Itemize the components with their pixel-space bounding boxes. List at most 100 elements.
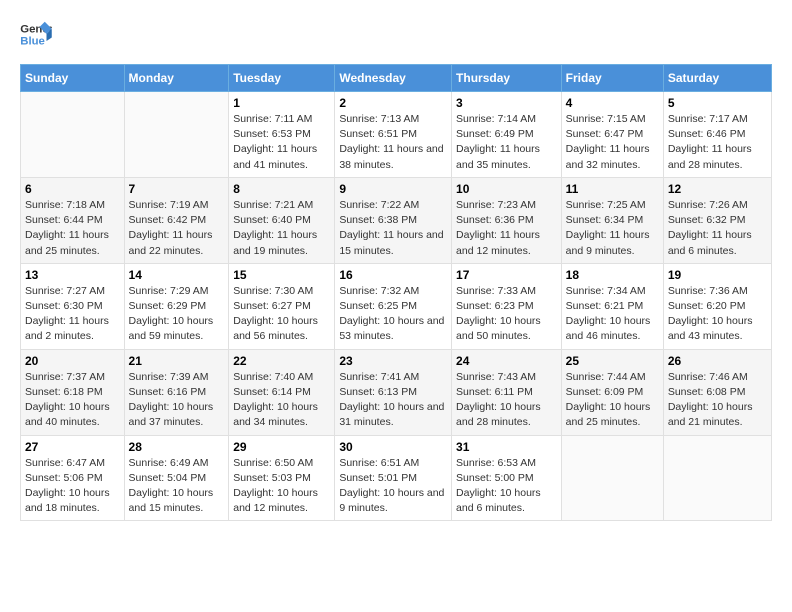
day-cell — [561, 435, 663, 521]
day-info: Sunrise: 7:41 AM Sunset: 6:13 PM Dayligh… — [339, 370, 447, 431]
day-number: 7 — [129, 182, 225, 196]
day-info: Sunrise: 7:21 AM Sunset: 6:40 PM Dayligh… — [233, 198, 330, 259]
header-day-friday: Friday — [561, 65, 663, 92]
header-day-monday: Monday — [124, 65, 229, 92]
day-cell: 10Sunrise: 7:23 AM Sunset: 6:36 PM Dayli… — [452, 177, 562, 263]
day-info: Sunrise: 7:46 AM Sunset: 6:08 PM Dayligh… — [668, 370, 767, 431]
day-info: Sunrise: 7:39 AM Sunset: 6:16 PM Dayligh… — [129, 370, 225, 431]
day-info: Sunrise: 7:32 AM Sunset: 6:25 PM Dayligh… — [339, 284, 447, 345]
day-info: Sunrise: 6:50 AM Sunset: 5:03 PM Dayligh… — [233, 456, 330, 517]
day-info: Sunrise: 7:22 AM Sunset: 6:38 PM Dayligh… — [339, 198, 447, 259]
day-number: 23 — [339, 354, 447, 368]
week-row-2: 6Sunrise: 7:18 AM Sunset: 6:44 PM Daylig… — [21, 177, 772, 263]
day-info: Sunrise: 7:19 AM Sunset: 6:42 PM Dayligh… — [129, 198, 225, 259]
day-info: Sunrise: 7:27 AM Sunset: 6:30 PM Dayligh… — [25, 284, 120, 345]
day-number: 31 — [456, 440, 557, 454]
svg-text:Blue: Blue — [20, 36, 45, 48]
day-cell: 16 Sunrise: 7:32 AM Sunset: 6:25 PM Dayli… — [335, 263, 452, 349]
day-cell: 28 Sunrise: 6:49 AM Sunset: 5:04 PM Dayli… — [124, 435, 229, 521]
day-info: Sunrise: 6:51 AM Sunset: 5:01 PM Dayligh… — [339, 456, 447, 517]
day-info: Sunrise: 7:14 AM Sunset: 6:49 PM Dayligh… — [456, 112, 557, 173]
header-day-tuesday: Tuesday — [229, 65, 335, 92]
day-number: 8 — [233, 182, 330, 196]
day-info: Sunrise: 7:18 AM Sunset: 6:44 PM Dayligh… — [25, 198, 120, 259]
day-number: 21 — [129, 354, 225, 368]
day-info: Sunrise: 7:15 AM Sunset: 6:47 PM Dayligh… — [566, 112, 659, 173]
day-cell: 4 Sunrise: 7:15 AM Sunset: 6:47 PM Daylig… — [561, 92, 663, 178]
day-cell: 8 Sunrise: 7:21 AM Sunset: 6:40 PM Daylig… — [229, 177, 335, 263]
day-number: 3 — [456, 96, 557, 110]
day-cell: 20 Sunrise: 7:37 AM Sunset: 6:18 PM Dayli… — [21, 349, 125, 435]
day-number: 9 — [339, 182, 447, 196]
day-info: Sunrise: 7:43 AM Sunset: 6:11 PM Dayligh… — [456, 370, 557, 431]
logo: General Blue — [20, 20, 58, 48]
day-cell: 14Sunrise: 7:29 AM Sunset: 6:29 PM Dayli… — [124, 263, 229, 349]
day-number: 11 — [566, 182, 659, 196]
day-number: 19 — [668, 268, 767, 282]
day-number: 27 — [25, 440, 120, 454]
week-row-3: 13 Sunrise: 7:27 AM Sunset: 6:30 PM Dayli… — [21, 263, 772, 349]
day-cell: 7 Sunrise: 7:19 AM Sunset: 6:42 PM Daylig… — [124, 177, 229, 263]
day-info: Sunrise: 7:26 AM Sunset: 6:32 PM Dayligh… — [668, 198, 767, 259]
day-cell: 26 Sunrise: 7:46 AM Sunset: 6:08 PM Dayli… — [663, 349, 771, 435]
day-info: Sunrise: 7:30 AM Sunset: 6:27 PM Dayligh… — [233, 284, 330, 345]
day-number: 12 — [668, 182, 767, 196]
day-info: Sunrise: 7:25 AM Sunset: 6:34 PM Dayligh… — [566, 198, 659, 259]
day-cell: 6Sunrise: 7:18 AM Sunset: 6:44 PM Daylig… — [21, 177, 125, 263]
day-number: 18 — [566, 268, 659, 282]
logo-icon: General Blue — [20, 20, 52, 48]
day-info: Sunrise: 7:34 AM Sunset: 6:21 PM Dayligh… — [566, 284, 659, 345]
day-info: Sunrise: 7:11 AM Sunset: 6:53 PM Dayligh… — [233, 112, 330, 173]
day-info: Sunrise: 6:49 AM Sunset: 5:04 PM Dayligh… — [129, 456, 225, 517]
day-number: 4 — [566, 96, 659, 110]
day-cell: 1 Sunrise: 7:11 AM Sunset: 6:53 PM Daylig… — [229, 92, 335, 178]
day-info: Sunrise: 6:53 AM Sunset: 5:00 PM Dayligh… — [456, 456, 557, 517]
day-info: Sunrise: 7:40 AM Sunset: 6:14 PM Dayligh… — [233, 370, 330, 431]
day-cell: 3 Sunrise: 7:14 AM Sunset: 6:49 PM Daylig… — [452, 92, 562, 178]
day-number: 17 — [456, 268, 557, 282]
day-cell — [21, 92, 125, 178]
day-cell: 11 Sunrise: 7:25 AM Sunset: 6:34 PM Dayli… — [561, 177, 663, 263]
day-number: 15 — [233, 268, 330, 282]
day-cell: 25Sunrise: 7:44 AM Sunset: 6:09 PM Dayli… — [561, 349, 663, 435]
day-cell — [663, 435, 771, 521]
day-info: Sunrise: 7:36 AM Sunset: 6:20 PM Dayligh… — [668, 284, 767, 345]
week-row-5: 27 Sunrise: 6:47 AM Sunset: 5:06 PM Dayli… — [21, 435, 772, 521]
day-number: 2 — [339, 96, 447, 110]
day-info: Sunrise: 7:37 AM Sunset: 6:18 PM Dayligh… — [25, 370, 120, 431]
day-number: 1 — [233, 96, 330, 110]
day-cell: 18 Sunrise: 7:34 AM Sunset: 6:21 PM Dayli… — [561, 263, 663, 349]
header-day-thursday: Thursday — [452, 65, 562, 92]
day-info: Sunrise: 7:44 AM Sunset: 6:09 PM Dayligh… — [566, 370, 659, 431]
calendar-header: SundayMondayTuesdayWednesdayThursdayFrid… — [21, 65, 772, 92]
header-day-sunday: Sunday — [21, 65, 125, 92]
day-cell: 30Sunrise: 6:51 AM Sunset: 5:01 PM Dayli… — [335, 435, 452, 521]
day-info: Sunrise: 6:47 AM Sunset: 5:06 PM Dayligh… — [25, 456, 120, 517]
day-cell: 22 Sunrise: 7:40 AM Sunset: 6:14 PM Dayli… — [229, 349, 335, 435]
day-cell: 17 Sunrise: 7:33 AM Sunset: 6:23 PM Dayli… — [452, 263, 562, 349]
calendar-body: 1 Sunrise: 7:11 AM Sunset: 6:53 PM Daylig… — [21, 92, 772, 521]
day-cell: 2 Sunrise: 7:13 AM Sunset: 6:51 PM Daylig… — [335, 92, 452, 178]
day-info: Sunrise: 7:23 AM Sunset: 6:36 PM Dayligh… — [456, 198, 557, 259]
header-row: SundayMondayTuesdayWednesdayThursdayFrid… — [21, 65, 772, 92]
day-number: 20 — [25, 354, 120, 368]
day-number: 29 — [233, 440, 330, 454]
day-number: 14 — [129, 268, 225, 282]
day-number: 24 — [456, 354, 557, 368]
day-info: Sunrise: 7:33 AM Sunset: 6:23 PM Dayligh… — [456, 284, 557, 345]
day-cell: 15 Sunrise: 7:30 AM Sunset: 6:27 PM Dayli… — [229, 263, 335, 349]
day-number: 26 — [668, 354, 767, 368]
day-number: 22 — [233, 354, 330, 368]
week-row-4: 20 Sunrise: 7:37 AM Sunset: 6:18 PM Dayli… — [21, 349, 772, 435]
day-cell: 23 Sunrise: 7:41 AM Sunset: 6:13 PM Dayli… — [335, 349, 452, 435]
day-cell — [124, 92, 229, 178]
day-cell: 19 Sunrise: 7:36 AM Sunset: 6:20 PM Dayli… — [663, 263, 771, 349]
day-number: 13 — [25, 268, 120, 282]
day-cell: 5Sunrise: 7:17 AM Sunset: 6:46 PM Daylig… — [663, 92, 771, 178]
day-cell: 12 Sunrise: 7:26 AM Sunset: 6:32 PM Dayli… — [663, 177, 771, 263]
day-info: Sunrise: 7:13 AM Sunset: 6:51 PM Dayligh… — [339, 112, 447, 173]
day-number: 28 — [129, 440, 225, 454]
day-cell: 13 Sunrise: 7:27 AM Sunset: 6:30 PM Dayli… — [21, 263, 125, 349]
calendar-table: SundayMondayTuesdayWednesdayThursdayFrid… — [20, 64, 772, 521]
day-number: 16 — [339, 268, 447, 282]
